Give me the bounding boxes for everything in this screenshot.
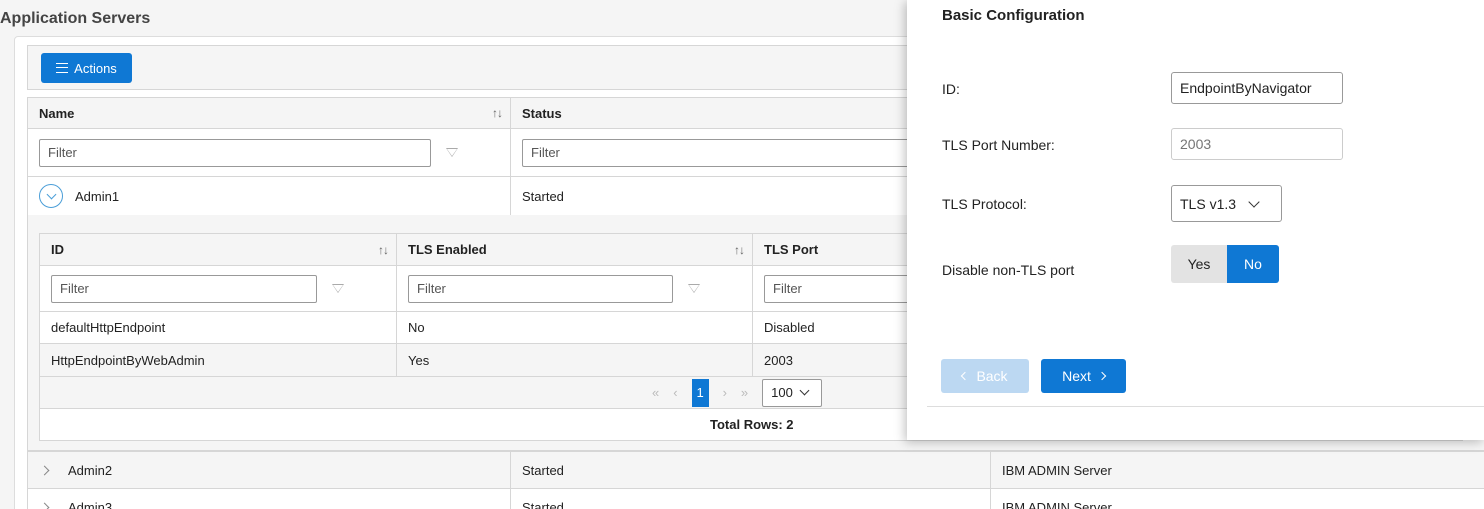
- column-header-id-label: ID: [51, 242, 64, 257]
- actions-button[interactable]: Actions: [41, 53, 132, 83]
- chevron-right-icon: [1097, 371, 1107, 381]
- expand-icon[interactable]: [39, 502, 50, 509]
- server-status: Started: [522, 462, 564, 478]
- server-name-cell: Admin1: [28, 177, 511, 215]
- chevron-down-icon: [1248, 195, 1260, 208]
- first-page-icon[interactable]: «: [652, 385, 659, 400]
- dialog-title: Basic Configuration: [942, 7, 1085, 24]
- sort-icon[interactable]: ↑↓: [492, 106, 503, 120]
- status-filter-input[interactable]: [522, 138, 912, 167]
- id-filter-input[interactable]: [51, 274, 317, 303]
- column-header-status-label: Status: [522, 105, 562, 121]
- server-name-cell: Admin2: [28, 452, 511, 488]
- endpoint-tls-enabled-cell: Yes: [397, 344, 753, 376]
- name-filter-input[interactable]: [39, 138, 431, 167]
- sort-icon[interactable]: ↑↓: [734, 243, 745, 257]
- endpoint-tls-port: 2003: [764, 352, 793, 368]
- column-header-id[interactable]: ID ↑↓: [40, 234, 397, 265]
- filter-icon[interactable]: [446, 148, 458, 157]
- endpoint-id: defaultHttpEndpoint: [51, 320, 166, 335]
- toggle-yes-button[interactable]: Yes: [1171, 245, 1227, 283]
- endpoint-tls-enabled: Yes: [408, 352, 430, 368]
- id-input[interactable]: [1171, 72, 1343, 104]
- tls-enabled-filter-cell: [397, 266, 753, 311]
- name-filter-cell: [28, 129, 511, 176]
- dialog-divider: [927, 406, 1484, 407]
- actions-label: Actions: [74, 60, 117, 76]
- expand-icon[interactable]: [39, 465, 50, 475]
- id-label: ID:: [942, 81, 960, 97]
- disable-non-tls-label: Disable non-TLS port: [942, 262, 1075, 278]
- server-status: Started: [522, 188, 564, 204]
- table-row[interactable]: Admin2 Started IBM ADMIN Server: [27, 451, 1484, 489]
- back-button[interactable]: Back: [941, 359, 1029, 393]
- tls-port-input[interactable]: [1171, 128, 1343, 160]
- toggle-no-button[interactable]: No: [1227, 245, 1279, 283]
- endpoint-id-cell: defaultHttpEndpoint: [40, 312, 397, 343]
- pagination: « ‹ 1 › » 100: [652, 377, 823, 408]
- back-label: Back: [976, 368, 1008, 384]
- server-type-cell: IBM ADMIN Server: [991, 489, 1484, 509]
- id-filter-cell: [40, 266, 397, 311]
- server-type: IBM ADMIN Server: [1002, 500, 1112, 509]
- next-page-icon[interactable]: ›: [723, 385, 727, 400]
- tls-enabled-filter-input[interactable]: [408, 274, 673, 303]
- prev-page-icon[interactable]: ‹: [673, 385, 677, 400]
- filter-icon[interactable]: [688, 284, 700, 293]
- column-header-tls-enabled[interactable]: TLS Enabled ↑↓: [397, 234, 753, 265]
- menu-icon: [56, 63, 69, 73]
- server-name: Admin3: [68, 500, 113, 509]
- next-button[interactable]: Next: [1041, 359, 1126, 393]
- endpoint-tls-enabled-cell: No: [397, 312, 753, 343]
- server-name: Admin1: [75, 188, 120, 204]
- server-name-cell: Admin3: [28, 489, 511, 509]
- endpoint-tls-port: Disabled: [764, 320, 815, 335]
- page-title: Application Servers: [0, 10, 151, 27]
- server-status: Started: [522, 500, 564, 509]
- page-number-button[interactable]: 1: [691, 378, 709, 407]
- server-status-cell: Started: [511, 452, 991, 488]
- endpoint-id-cell: HttpEndpointByWebAdmin: [40, 344, 397, 376]
- tls-port-filter-input[interactable]: [764, 274, 924, 303]
- rows-per-page-value: 100: [771, 385, 793, 400]
- tls-protocol-select[interactable]: TLS v1.3: [1171, 185, 1282, 222]
- chevron-down-icon: [799, 385, 810, 396]
- filter-icon[interactable]: [332, 284, 344, 293]
- total-rows-label: Total Rows: 2: [710, 417, 794, 432]
- tls-protocol-label: TLS Protocol:: [942, 196, 1027, 212]
- chevron-left-icon: [961, 371, 970, 381]
- server-status-cell: Started: [511, 489, 991, 509]
- column-header-tls-enabled-label: TLS Enabled: [408, 242, 487, 257]
- collapse-icon[interactable]: [39, 184, 63, 208]
- tls-protocol-value: TLS v1.3: [1180, 195, 1237, 212]
- table-row[interactable]: Admin3 Started IBM ADMIN Server: [27, 489, 1484, 509]
- endpoint-tls-enabled: No: [408, 320, 425, 335]
- disable-non-tls-toggle: Yes No: [1171, 245, 1279, 283]
- tls-port-label: TLS Port Number:: [942, 137, 1055, 153]
- sort-icon[interactable]: ↑↓: [378, 243, 389, 257]
- rows-per-page-select[interactable]: 100: [762, 378, 823, 407]
- next-label: Next: [1062, 368, 1091, 384]
- server-type: IBM ADMIN Server: [1002, 462, 1112, 478]
- server-name: Admin2: [68, 462, 113, 478]
- last-page-icon[interactable]: »: [741, 385, 748, 400]
- column-header-name-label: Name: [39, 105, 75, 121]
- endpoint-id: HttpEndpointByWebAdmin: [51, 352, 205, 368]
- server-type-cell: IBM ADMIN Server: [991, 452, 1484, 488]
- column-header-name[interactable]: Name ↑↓: [28, 98, 511, 128]
- column-header-tls-port-label: TLS Port: [764, 242, 819, 257]
